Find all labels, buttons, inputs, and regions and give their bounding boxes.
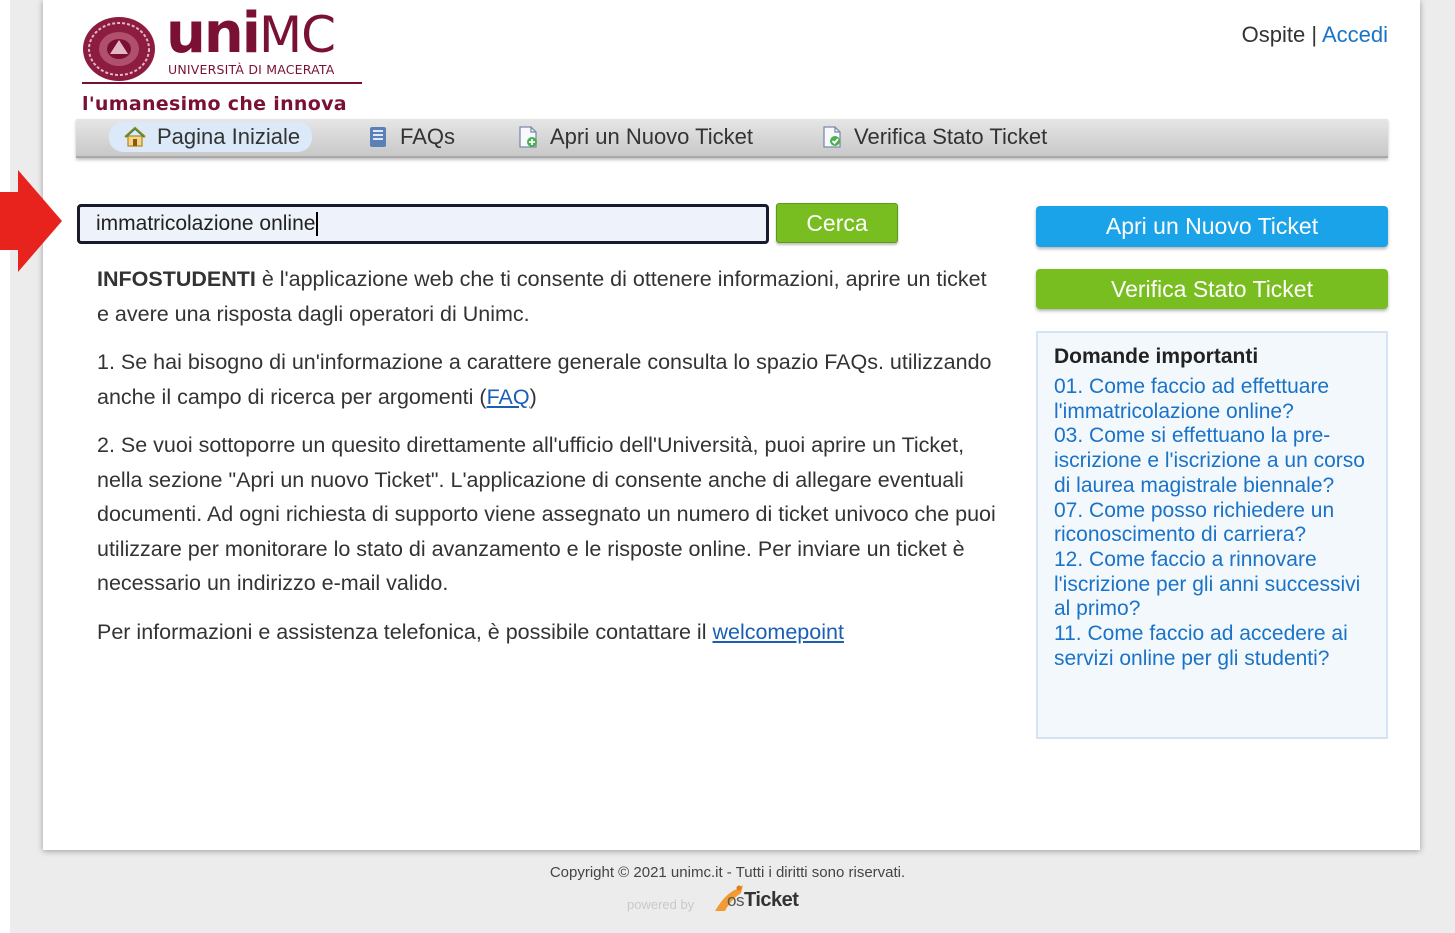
user-area: Ospite | Accedi	[1242, 22, 1388, 48]
logo-wordmark: uniMC	[166, 6, 336, 64]
logo-divider	[82, 82, 362, 84]
text-cursor	[316, 212, 319, 237]
important-questions-list: 01. Come faccio ad effettuare l'immatric…	[1054, 375, 1370, 671]
contact-text: Per informazioni e assistenza telefonica…	[97, 619, 713, 644]
main-nav: Pagina Iniziale FAQs Apri un Nuovo Ticke…	[76, 119, 1388, 158]
faq-item-link[interactable]: 07. Come posso richiedere un riconoscime…	[1054, 499, 1370, 548]
search-button[interactable]: Cerca	[776, 203, 898, 243]
faq-paragraph: 1. Se hai bisogno di un'informazione a c…	[97, 345, 997, 414]
home-icon	[124, 126, 146, 147]
new-ticket-icon	[519, 126, 537, 148]
open-new-ticket-button[interactable]: Apri un Nuovo Ticket	[1036, 206, 1388, 247]
nav-home-label: Pagina Iniziale	[157, 124, 301, 149]
logo-tagline: l'umanesimo che innova	[82, 93, 347, 115]
logo-word-bold: uni	[166, 1, 261, 66]
osticket-ticket: Ticket	[743, 889, 799, 911]
nav-item-home[interactable]: Pagina Iniziale	[109, 122, 313, 152]
intro-strong: INFOSTUDENTI	[97, 267, 256, 291]
book-icon	[370, 127, 386, 147]
ticket-status-icon	[823, 126, 841, 148]
footer-copyright: Copyright © 2021 unimc.it - Tutti i diri…	[549, 864, 906, 881]
nav-item-check-ticket[interactable]: Verifica Stato Ticket	[806, 122, 1059, 152]
faq-item-link[interactable]: 03. Come si effettuano la pre-iscrizione…	[1054, 424, 1370, 498]
powered-by-osticket[interactable]: powered by osTicket	[627, 883, 827, 923]
unimc-logo[interactable]: uniMC UNIVERSITÀ DI MACERATA l'umanesimo…	[82, 6, 372, 116]
welcomepoint-link[interactable]: welcomepoint	[712, 620, 843, 644]
faq-paragraph-end: )	[529, 384, 537, 409]
faq-item-link[interactable]: 11. Come faccio ad accedere ai servizi o…	[1054, 622, 1370, 671]
faq-link[interactable]: FAQ	[487, 385, 530, 409]
logo-word-thin: MC	[258, 6, 336, 64]
faq-paragraph-text: 1. Se hai bisogno di un'informazione a c…	[97, 350, 992, 409]
nav-faqs-label: FAQs	[400, 124, 456, 149]
login-link[interactable]: Accedi	[1322, 22, 1388, 47]
intro-paragraph: INFOSTUDENTI è l'applicazione web che ti…	[97, 262, 997, 331]
faq-item-link[interactable]: 01. Come faccio ad effettuare l'immatric…	[1054, 375, 1370, 424]
guest-label: Ospite	[1241, 22, 1306, 47]
powered-by-label: powered by	[627, 897, 695, 912]
nav-item-new-ticket[interactable]: Apri un Nuovo Ticket	[502, 122, 765, 152]
osticket-os: os	[727, 891, 744, 910]
arrow-right-icon	[0, 170, 62, 272]
search-input-value: immatricolazione online	[96, 212, 316, 235]
important-questions-box: Domande importanti 01. Come faccio ad ef…	[1036, 331, 1388, 739]
nav-item-faqs[interactable]: FAQs	[352, 122, 467, 152]
intro-content: INFOSTUDENTI è l'applicazione web che ti…	[97, 262, 997, 663]
important-questions-title: Domande importanti	[1054, 345, 1259, 368]
faq-item-link[interactable]: 12. Come faccio a rinnovare l'iscrizione…	[1054, 548, 1370, 622]
university-seal-icon	[83, 17, 155, 81]
logo-subtitle: UNIVERSITÀ DI MACERATA	[168, 62, 335, 77]
user-separator: |	[1311, 22, 1318, 47]
osticket-wordmark: osTicket	[727, 889, 799, 912]
ticket-paragraph: 2. Se vuoi sottoporre un quesito diretta…	[97, 433, 996, 595]
nav-check-ticket-label: Verifica Stato Ticket	[854, 124, 1048, 149]
check-ticket-status-button[interactable]: Verifica Stato Ticket	[1036, 269, 1388, 309]
nav-new-ticket-label: Apri un Nuovo Ticket	[550, 124, 753, 149]
contact-paragraph: Per informazioni e assistenza telefonica…	[97, 615, 997, 650]
search-input[interactable]: immatricolazione online	[77, 204, 769, 244]
